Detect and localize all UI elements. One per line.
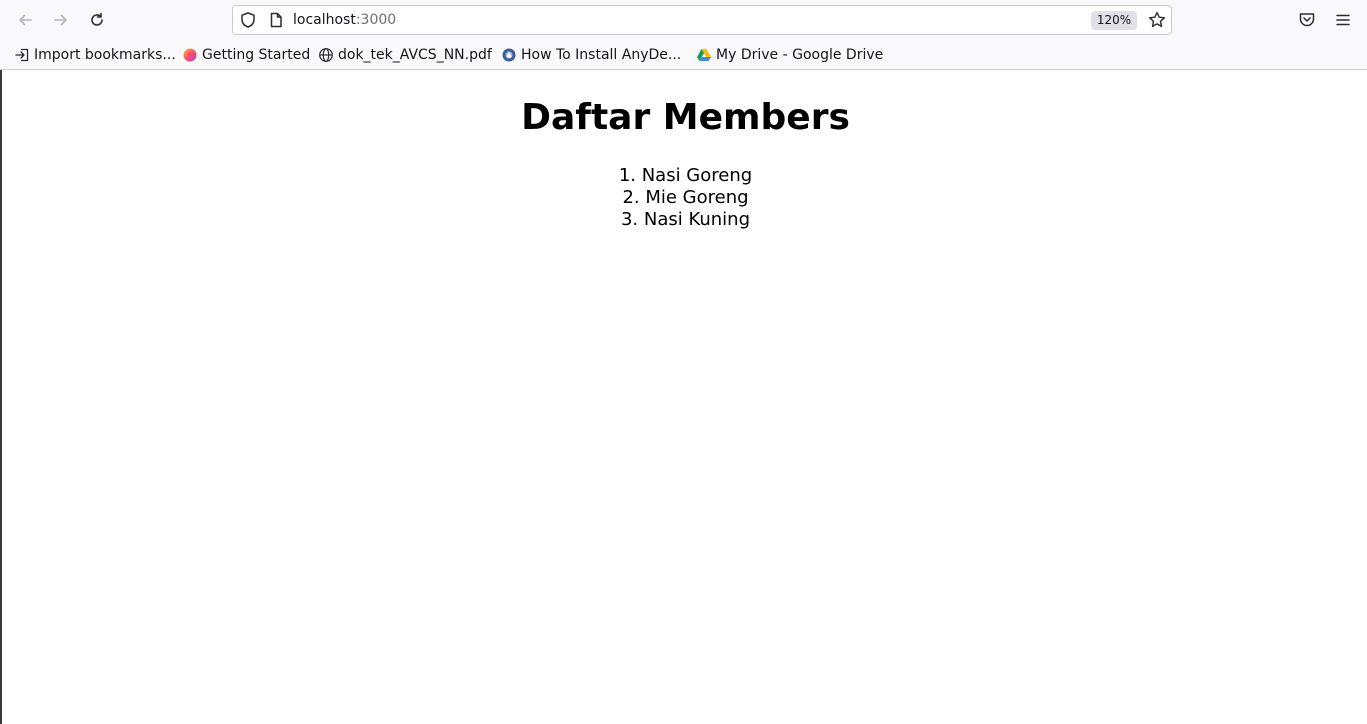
bookmark-pdf[interactable]: dok_tek_AVCS_NN.pdf	[318, 44, 492, 66]
bookmark-label: My Drive - Google Drive	[716, 47, 884, 63]
site-favicon-icon	[502, 48, 516, 62]
bookmark-label: dok_tek_AVCS_NN.pdf	[338, 47, 492, 63]
bookmark-label: Getting Started	[202, 47, 311, 63]
google-drive-icon	[697, 49, 711, 61]
page-title: Daftar Members	[521, 97, 850, 138]
hamburger-menu-icon[interactable]	[1333, 10, 1353, 30]
reload-button[interactable]	[83, 6, 111, 34]
members-list: 1. Nasi Goreng 2. Mie Goreng 3. Nasi Kun…	[2, 165, 1367, 231]
url-host: localhost	[293, 12, 356, 28]
forward-button[interactable]	[47, 6, 75, 34]
bookmark-getting-started[interactable]: Getting Started	[182, 44, 310, 66]
bookmark-label: Import bookmarks...	[34, 47, 176, 63]
list-item: 2. Mie Goreng	[622, 187, 749, 208]
arrow-left-icon	[19, 14, 32, 26]
bookmark-import[interactable]: Import bookmarks...	[14, 44, 176, 66]
bookmark-google-drive[interactable]: My Drive - Google Drive	[696, 44, 883, 66]
firefox-icon	[183, 48, 197, 62]
bookmark-label: How To Install AnyDe...	[521, 47, 682, 63]
zoom-level-button[interactable]: 120%	[1091, 11, 1137, 30]
reload-icon	[91, 12, 103, 26]
shield-icon[interactable]	[239, 11, 257, 29]
url-text[interactable]: localhost:3000	[293, 12, 396, 29]
url-port: :3000	[355, 12, 397, 28]
page-viewport: Daftar Members 1. Nasi Goreng 2. Mie Gor…	[0, 70, 1367, 724]
list-item: 1. Nasi Goreng	[618, 165, 753, 186]
import-icon	[15, 48, 29, 62]
arrow-right-icon	[54, 14, 67, 26]
back-button[interactable]	[11, 6, 39, 34]
list-item: 3. Nasi Kuning	[620, 209, 751, 230]
browser-chrome: localhost:3000 120% Import bookmarks... …	[0, 0, 1367, 70]
page-icon[interactable]	[267, 11, 285, 29]
star-icon[interactable]	[1147, 10, 1167, 30]
globe-icon	[319, 48, 333, 62]
bookmarks-toolbar: Import bookmarks... Getting Started dok_…	[0, 42, 1367, 68]
address-bar[interactable]: localhost:3000 120%	[232, 5, 1172, 35]
bookmark-anydesk[interactable]: How To Install AnyDe...	[501, 44, 681, 66]
pocket-icon[interactable]	[1297, 10, 1317, 30]
